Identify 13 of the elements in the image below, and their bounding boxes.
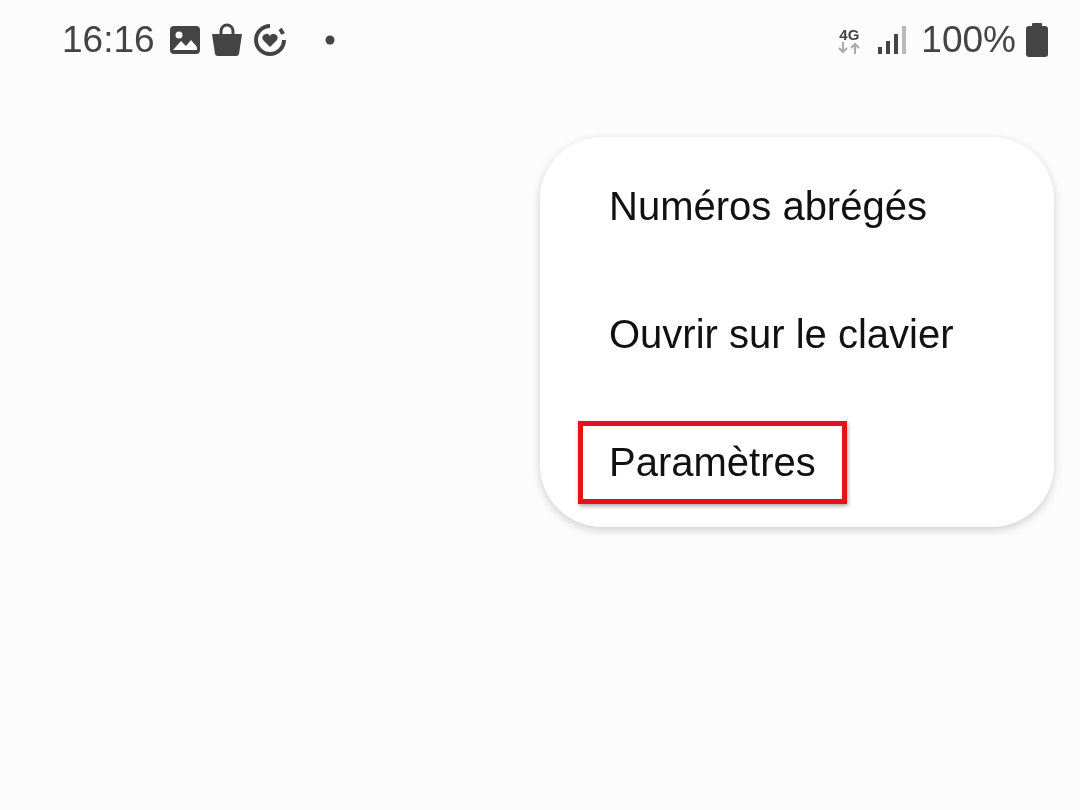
- shopping-bag-icon: [210, 23, 243, 57]
- image-icon: [168, 25, 201, 55]
- heart-ring-icon: [252, 23, 287, 57]
- status-time: 16:16: [62, 19, 155, 61]
- signal-icon: [877, 25, 908, 55]
- battery-icon: [1026, 23, 1048, 57]
- menu-item[interactable]: Ouvrir sur le clavier: [578, 293, 985, 376]
- menu-item[interactable]: Paramètres: [578, 421, 847, 505]
- notification-dot-icon: [324, 35, 335, 45]
- menu-item[interactable]: Numéros abrégés: [578, 164, 958, 248]
- network-type: 4G: [839, 26, 860, 42]
- battery-percent: 100%: [921, 19, 1016, 61]
- data-arrows-icon: [837, 41, 862, 54]
